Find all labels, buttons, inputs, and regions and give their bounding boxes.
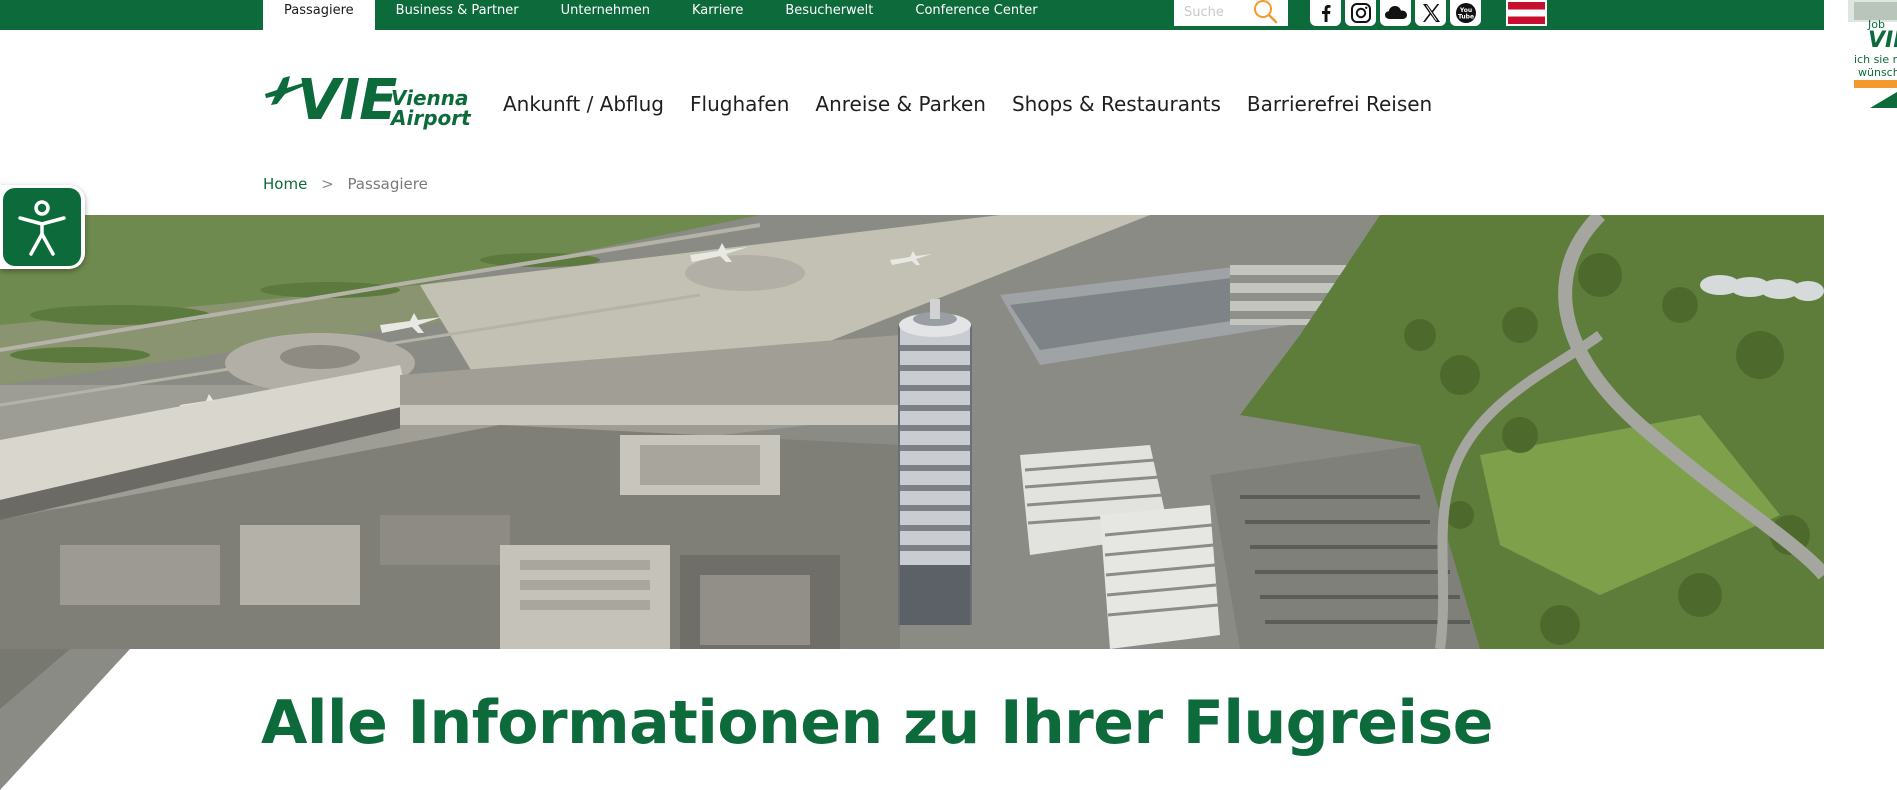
nav-ankunft-abflug[interactable]: Ankunft / Abflug <box>503 92 664 116</box>
nav-barrierefrei-reisen[interactable]: Barrierefrei Reisen <box>1247 92 1432 116</box>
breadcrumb-separator: > <box>321 175 334 193</box>
main-nav: Ankunft / Abflug Flughafen Anreise & Par… <box>503 92 1458 116</box>
nav-flughafen[interactable]: Flughafen <box>690 92 789 116</box>
top-bar: Passagiere Business & Partner Unternehme… <box>0 0 1824 30</box>
x-icon[interactable] <box>1415 0 1446 26</box>
ad-orange-bar <box>1854 80 1897 88</box>
audience-nav: Passagiere Business & Partner Unternehme… <box>263 0 1059 30</box>
instagram-icon[interactable] <box>1345 0 1376 26</box>
search-box <box>1174 0 1288 26</box>
hero-image <box>0 215 1824 649</box>
vie-logo[interactable]: VIE Vienna Airport <box>263 68 471 133</box>
accessibility-person-icon <box>18 200 66 256</box>
facebook-icon[interactable] <box>1310 0 1341 26</box>
accessibility-button[interactable] <box>0 185 85 269</box>
page-headline: Alle Informationen zu Ihrer Flugreise <box>261 688 1493 758</box>
nav-anreise-parken[interactable]: Anreise & Parken <box>815 92 986 116</box>
svg-text:Tube: Tube <box>1457 14 1473 21</box>
logo-vienna: Vienna <box>391 86 469 110</box>
airport-aerial-photo <box>0 215 1824 649</box>
logo-airport: Airport <box>391 106 471 130</box>
side-job-ad[interactable]: Job VIE ich sie miwünsch <box>1848 0 1897 110</box>
breadcrumb-current: Passagiere <box>347 175 428 193</box>
search-input[interactable] <box>1182 2 1256 22</box>
search-icon[interactable] <box>1250 0 1280 24</box>
nav-shops-restaurants[interactable]: Shops & Restaurants <box>1012 92 1221 116</box>
tab-passagiere[interactable]: Passagiere <box>263 0 375 30</box>
breadcrumb-home[interactable]: Home <box>263 175 307 193</box>
social-links: You Tube <box>1310 0 1485 26</box>
tab-unternehmen[interactable]: Unternehmen <box>540 0 671 30</box>
hero-corner-decoration <box>0 649 130 790</box>
austria-flag-icon[interactable] <box>1506 0 1547 26</box>
tab-karriere[interactable]: Karriere <box>671 0 764 30</box>
ad-text-vie: VIE <box>1868 28 1897 53</box>
tab-conference-center[interactable]: Conference Center <box>894 0 1058 30</box>
logo-mark: VIE <box>297 68 397 133</box>
youtube-icon[interactable]: You Tube <box>1450 0 1481 26</box>
tab-business-partner[interactable]: Business & Partner <box>375 0 540 30</box>
ad-text-wish: ich sie miwünsch <box>1854 53 1897 79</box>
breadcrumb: Home > Passagiere <box>263 175 428 193</box>
cloud-icon[interactable] <box>1380 0 1411 26</box>
tab-besucherwelt[interactable]: Besucherwelt <box>764 0 894 30</box>
